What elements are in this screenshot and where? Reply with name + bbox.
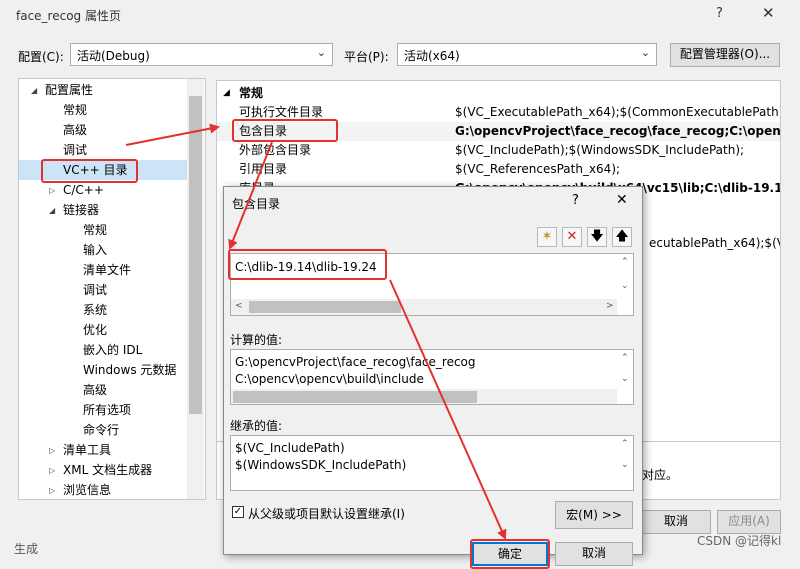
help-button[interactable]: ? (716, 6, 723, 21)
description-text: 对应。 (642, 468, 679, 482)
row-name: 引用目录 (239, 162, 288, 176)
horizontal-scrollbar[interactable]: < > (231, 299, 617, 315)
inherited-lines: $(VC_IncludePath) $(WindowsSDK_IncludePa… (235, 440, 406, 474)
tree-item-linker-optimization[interactable]: 优化 (83, 320, 107, 340)
row-value: $(VC_ExecutablePath_x64);$(CommonExecuta… (455, 105, 781, 119)
dialog-cancel-button[interactable]: 取消 (555, 542, 633, 566)
tree-item-linker-manifest[interactable]: 清单文件 (83, 260, 131, 280)
collapsed-icon: ▷ (49, 446, 56, 455)
status-text: 生成 (14, 542, 39, 556)
window-title: face_recog 属性页 (16, 9, 121, 23)
watermark: CSDN @记得kl (697, 534, 782, 548)
move-down-icon[interactable]: 🡇 (587, 227, 607, 247)
scrollbar-thumb[interactable] (233, 391, 477, 403)
tree-item-config-props[interactable]: 配置属性 (45, 80, 93, 100)
scroll-left-icon[interactable]: < (235, 301, 243, 311)
dialog-title: 包含目录 (232, 197, 281, 211)
tree-item-cpp[interactable]: C/C++ (63, 180, 104, 200)
row-value: G:\opencvProject\face_recog\face_recog;C… (455, 124, 781, 138)
inherited-values: $(VC_IncludePath) $(WindowsSDK_IncludePa… (230, 435, 634, 491)
platform-label: 平台(P): (344, 50, 389, 64)
tree-item-linker-embedded-idl[interactable]: 嵌入的 IDL (83, 340, 142, 360)
move-up-icon[interactable]: 🡅 (612, 227, 632, 247)
chevron-down-icon: ⌄ (316, 46, 326, 59)
new-line-icon[interactable]: ✶ (537, 227, 557, 247)
tree-item-linker[interactable]: 链接器 (63, 200, 99, 220)
grid-row[interactable]: 外部包含目录 $(VC_IncludePath);$(WindowsSDK_In… (217, 141, 780, 160)
tree-item-xml-doc[interactable]: XML 文档生成器 (63, 460, 152, 480)
scroll-up-icon[interactable]: ⌃ (621, 353, 629, 363)
scroll-down-icon[interactable]: ⌄ (621, 460, 629, 470)
inherit-checkbox[interactable]: ✓ (232, 506, 244, 518)
computed-line: G:\opencvProject\face_recog\face_recog (235, 355, 476, 369)
tree-item-linker-command-line[interactable]: 命令行 (83, 420, 119, 440)
platform-select[interactable]: 活动(x64) ⌄ (397, 43, 657, 66)
tree-item-linker-input[interactable]: 输入 (83, 240, 107, 260)
annotation-box (232, 119, 338, 142)
inherited-label: 继承的值: (230, 419, 283, 433)
tree-item-advanced[interactable]: 高级 (63, 120, 87, 140)
row-value: $(VC_ReferencesPath_x64); (455, 162, 621, 176)
apply-button[interactable]: 应用(A) (717, 510, 781, 534)
annotation-box (470, 539, 550, 569)
computed-label: 计算的值: (230, 333, 283, 347)
tree-item-linker-advanced[interactable]: 高级 (83, 380, 107, 400)
tree-item-linker-system[interactable]: 系统 (83, 300, 107, 320)
horizontal-scrollbar[interactable] (231, 389, 617, 404)
scroll-up-icon[interactable]: ⌃ (621, 257, 629, 267)
scroll-down-icon[interactable]: ⌄ (621, 374, 629, 384)
annotation-box (228, 249, 387, 280)
delete-icon[interactable]: ✕ (562, 227, 582, 247)
section-title: 常规 (239, 86, 264, 100)
inherited-line: $(VC_IncludePath) (235, 441, 345, 455)
scroll-right-icon[interactable]: > (606, 301, 614, 311)
dialog-close-button[interactable]: ✕ (616, 192, 628, 208)
tree-item-linker-general[interactable]: 常规 (83, 220, 107, 240)
config-select[interactable]: 活动(Debug) ⌄ (70, 43, 333, 66)
tree-item-browse-info[interactable]: 浏览信息 (63, 480, 111, 499)
row-name: 外部包含目录 (239, 143, 312, 157)
tree-item-general[interactable]: 常规 (63, 100, 87, 120)
computed-lines: G:\opencvProject\face_recog\face_recog C… (235, 354, 476, 388)
include-dirs-dialog: 包含目录 ? ✕ ✶ ✕ 🡇 🡅 C:\dlib-19.14\dlib-19.2… (223, 186, 643, 569)
close-button[interactable]: ✕ (762, 4, 775, 22)
tree-item-linker-all-options[interactable]: 所有选项 (83, 400, 131, 420)
computed-line: C:\opencv\opencv\build\include (235, 372, 424, 386)
row-value: $(VC_IncludePath);$(WindowsSDK_IncludePa… (455, 143, 745, 157)
tree-item-manifest-tool[interactable]: 清单工具 (63, 440, 111, 460)
macros-button[interactable]: 宏(M) >> (555, 501, 633, 529)
tree-item-linker-windows-metadata[interactable]: Windows 元数据 (83, 360, 176, 380)
tree-scrollbar-thumb[interactable] (189, 96, 202, 414)
expanded-icon: ◢ (49, 206, 56, 215)
property-tree: ◢ 配置属性 常规 高级 调试 VC++ 目录 ▷ C/C++ ◢ 链接器 常规… (18, 78, 206, 500)
dialog-help-button[interactable]: ? (572, 193, 579, 208)
scroll-up-icon[interactable]: ⌃ (621, 439, 629, 449)
expanded-icon: ◢ (223, 88, 230, 98)
collapsed-icon: ▷ (49, 466, 56, 475)
partial-row-value: ecutablePath_x64);$(VC_I (649, 236, 780, 250)
inherited-line: $(WindowsSDK_IncludePath) (235, 458, 407, 472)
collapsed-icon: ▷ (49, 486, 56, 495)
scroll-down-icon[interactable]: ⌄ (621, 281, 629, 291)
grid-row[interactable]: 引用目录 $(VC_ReferencesPath_x64); (217, 160, 780, 179)
tree-item-linker-debugging[interactable]: 调试 (83, 280, 107, 300)
annotation-box (41, 159, 138, 183)
tree-item-debugging[interactable]: 调试 (63, 140, 87, 160)
config-label: 配置(C): (18, 50, 64, 64)
collapsed-icon: ▷ (49, 186, 56, 195)
cancel-button[interactable]: 取消 (641, 510, 711, 534)
platform-value: 活动(x64) (404, 49, 460, 63)
scrollbar-thumb[interactable] (249, 301, 401, 313)
inherit-checkbox-label[interactable]: 从父级或项目默认设置继承(I) (248, 505, 405, 522)
grid-section-header[interactable]: ◢ 常规 (217, 84, 780, 103)
config-manager-button[interactable]: 配置管理器(O)... (670, 43, 780, 67)
chevron-down-icon: ⌄ (640, 46, 650, 59)
computed-values: G:\opencvProject\face_recog\face_recog C… (230, 349, 634, 405)
expanded-icon: ◢ (31, 86, 38, 95)
config-value: 活动(Debug) (77, 49, 150, 63)
